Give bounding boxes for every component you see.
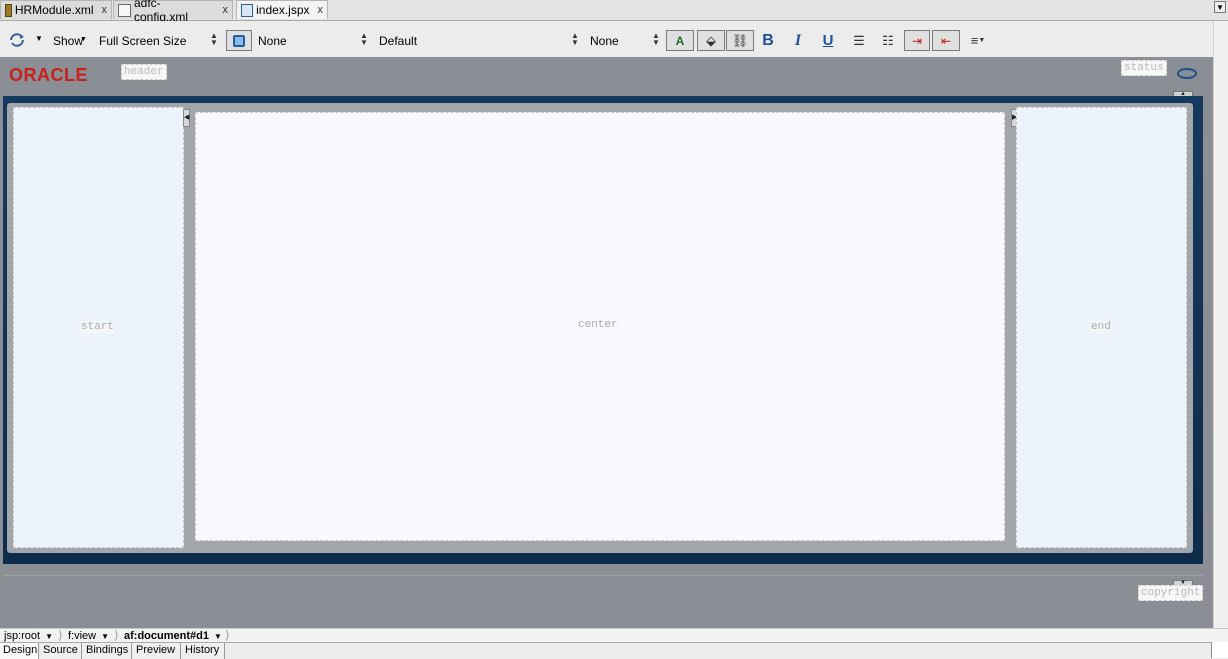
- breadcrumb-separator: ⟩: [114, 628, 119, 642]
- oracle-o-icon: [1177, 68, 1197, 79]
- breadcrumb-item-f-view[interactable]: f:view ▼: [68, 629, 109, 643]
- chevron-down-icon: ▼: [213, 631, 222, 641]
- breadcrumb-separator: ⟩: [225, 628, 230, 642]
- tab-label: index.jspx: [256, 3, 310, 17]
- refresh-icon[interactable]: [8, 32, 26, 48]
- bulleted-list-icon[interactable]: ☷: [878, 30, 898, 51]
- bold-button[interactable]: B: [758, 30, 778, 51]
- module-icon: [5, 3, 12, 17]
- show-dropdown-icon[interactable]: ▼: [80, 36, 87, 43]
- center-facet-label: center: [578, 319, 618, 331]
- size-select-arrows-icon[interactable]: ▲ ▼: [210, 32, 218, 47]
- breadcrumb-item-af-document[interactable]: af:document#d1 ▼: [124, 629, 222, 643]
- tab-adfc-config[interactable]: adfc-config.xml x: [113, 0, 233, 24]
- tab-source[interactable]: Source: [40, 643, 82, 659]
- vertical-scrollbar[interactable]: [1213, 21, 1228, 628]
- tab-bindings[interactable]: Bindings: [83, 643, 132, 659]
- collapse-start-icon[interactable]: ◀: [183, 109, 190, 127]
- editor-mode-tabs: Design Source Bindings Preview History: [0, 642, 1228, 659]
- close-icon[interactable]: x: [310, 4, 324, 16]
- footer-divider: [3, 575, 1203, 576]
- font-select[interactable]: None: [590, 34, 619, 48]
- chevron-down-icon: ▼: [101, 631, 110, 641]
- breadcrumb-label: f:view: [68, 629, 97, 642]
- copyright-facet[interactable]: copyright: [1138, 585, 1204, 601]
- breadcrumb-label: af:document#d1: [124, 629, 209, 642]
- taskflow-icon: [118, 3, 131, 17]
- skin-select[interactable]: None: [258, 34, 287, 48]
- close-icon[interactable]: x: [215, 4, 229, 16]
- tab-list-dropdown-icon[interactable]: ▼: [1214, 1, 1226, 13]
- skin-icon[interactable]: [226, 30, 252, 51]
- style-select-arrows-icon[interactable]: ▲ ▼: [571, 32, 579, 47]
- skin-select-arrows-icon[interactable]: ▲ ▼: [360, 32, 368, 47]
- start-facet-label: start: [81, 321, 115, 333]
- scroll-corner: [1211, 642, 1228, 658]
- end-facet-label: end: [1091, 321, 1111, 333]
- font-color-icon[interactable]: A: [666, 30, 694, 51]
- tab-label: HRModule.xml: [14, 3, 94, 17]
- refresh-dropdown-icon[interactable]: ▼: [35, 34, 43, 43]
- tab-index-jspx[interactable]: index.jspx x: [236, 0, 328, 19]
- breadcrumb: jsp:root ▼ ⟩ f:view ▼ ⟩ af:document#d1 ▼ ⟩: [0, 628, 1228, 643]
- chevron-down-icon: ▼: [45, 631, 53, 641]
- tab-design[interactable]: Design: [0, 643, 39, 659]
- document-tab-bar: HRModule.xml x adfc-config.xml x index.j…: [0, 0, 1228, 24]
- hyperlink-icon[interactable]: ⛓: [726, 30, 754, 51]
- status-facet[interactable]: status: [1121, 60, 1167, 76]
- jspx-page-icon: [241, 3, 254, 17]
- align-left-icon[interactable]: ≡ ▼: [966, 30, 990, 51]
- indent-icon[interactable]: ⇥: [904, 30, 930, 51]
- display-size-select[interactable]: Full Screen Size: [99, 34, 186, 48]
- font-select-arrows-icon[interactable]: ▲ ▼: [652, 32, 660, 47]
- breadcrumb-label: jsp:root: [4, 629, 41, 642]
- tab-hrmodule[interactable]: HRModule.xml x: [0, 0, 112, 19]
- style-class-select[interactable]: Default: [379, 34, 417, 48]
- underline-button[interactable]: U: [818, 30, 838, 51]
- show-label[interactable]: Show: [53, 34, 83, 48]
- italic-button[interactable]: I: [788, 30, 808, 51]
- outdent-icon[interactable]: ⇤: [932, 30, 960, 51]
- numbered-list-icon[interactable]: ☰: [849, 30, 869, 51]
- breadcrumb-item-jsp-root[interactable]: jsp:root ▼: [4, 629, 53, 643]
- header-facet[interactable]: header: [121, 64, 167, 80]
- tab-history[interactable]: History: [182, 643, 225, 659]
- fill-color-icon[interactable]: ⬙: [697, 30, 725, 51]
- oracle-logo: ORACLE: [9, 65, 88, 85]
- tab-preview[interactable]: Preview: [133, 643, 181, 659]
- visual-editor-toolbar: ▼ Show ▼ Full Screen Size ▲ ▼ None ▲ ▼ Def…: [0, 21, 1213, 58]
- breadcrumb-separator: ⟩: [58, 628, 63, 642]
- close-icon[interactable]: x: [94, 4, 108, 16]
